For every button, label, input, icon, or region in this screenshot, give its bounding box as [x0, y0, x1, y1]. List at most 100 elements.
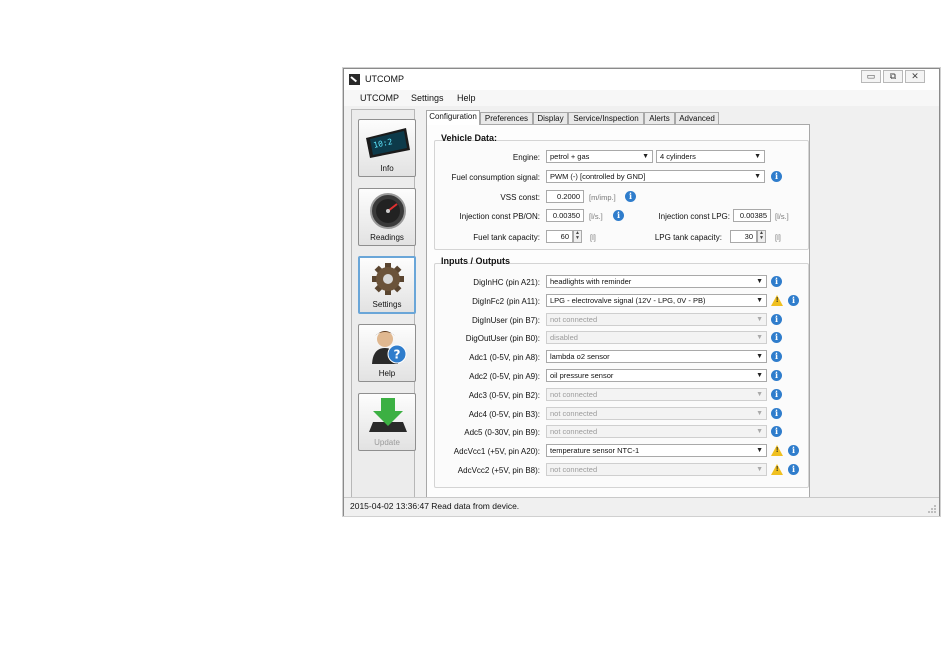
chevron-down-icon: ▼ — [756, 391, 763, 398]
vehicle-data-title: Vehicle Data: — [441, 133, 498, 143]
io-row-select[interactable]: LPG - electrovalve signal (12V - LPG, 0V… — [546, 294, 767, 307]
info-icon[interactable]: i — [771, 370, 782, 381]
menu-utcomp[interactable]: UTCOMP — [360, 93, 399, 103]
io-row-label: Adc1 (0-5V, pin A8): — [469, 353, 540, 362]
io-row-value: lambda o2 sensor — [550, 352, 610, 361]
chevron-down-icon: ▼ — [756, 410, 763, 417]
io-row-label: AdcVcc2 (+5V, pin B8): — [457, 466, 540, 475]
lpg-tank-label: LPG tank capacity: — [654, 233, 722, 242]
io-row-value: LPG - electrovalve signal (12V - LPG, 0V… — [550, 296, 706, 305]
cylinders-value: 4 cylinders — [660, 152, 696, 161]
io-row-label: AdcVcc1 (+5V, pin A20): — [453, 447, 540, 456]
tab-preferences[interactable]: Preferences — [480, 112, 533, 124]
io-row-select[interactable]: disabled ▼ — [546, 331, 767, 344]
io-row-label: DigInFc2 (pin A11): — [472, 297, 540, 306]
tab-display[interactable]: Display — [533, 112, 568, 124]
status-bar: 2015-04-02 13:36:47 Read data from devic… — [344, 497, 939, 516]
info-icon[interactable]: i — [771, 408, 782, 419]
io-row-select[interactable]: not connected ▼ — [546, 407, 767, 420]
engine-select[interactable]: petrol + gas ▼ — [546, 150, 653, 163]
sidebar-help-button[interactable]: ? Help — [358, 324, 416, 382]
io-row-select[interactable]: lambda o2 sensor ▼ — [546, 350, 767, 363]
fuel-signal-label: Fuel consumption signal: — [451, 173, 541, 182]
warning-icon — [771, 464, 783, 475]
fuel-tank-input[interactable]: 60 — [546, 230, 573, 243]
tab-alerts[interactable]: Alerts — [644, 112, 675, 124]
info-icon[interactable]: i — [771, 314, 782, 325]
sidebar-settings-label: Settings — [372, 300, 402, 309]
io-row-value: headlights with reminder — [550, 277, 632, 286]
chevron-down-icon: ▼ — [756, 334, 763, 341]
maximize-button[interactable]: ⧉ — [883, 70, 903, 83]
io-row-select[interactable]: temperature sensor NTC-1 ▼ — [546, 444, 767, 457]
io-row-value: temperature sensor NTC-1 — [550, 446, 640, 455]
info-icon[interactable]: i — [771, 332, 782, 343]
inj-pb-label: Injection const PB/ON: — [459, 212, 540, 221]
cylinders-select[interactable]: 4 cylinders ▼ — [656, 150, 765, 163]
info-icon[interactable]: i — [788, 464, 799, 475]
info-icon[interactable]: i — [771, 351, 782, 362]
io-row-label: Adc2 (0-5V, pin A9): — [469, 372, 540, 381]
warning-icon — [771, 445, 783, 456]
io-row-label: Adc3 (0-5V, pin B2): — [468, 391, 540, 400]
svg-text:?: ? — [394, 348, 401, 362]
display-icon: 10:2 — [366, 128, 410, 158]
title-bar[interactable]: UTCOMP ▭ ⧉ ✕ — [344, 69, 939, 90]
io-row-select[interactable]: headlights with reminder ▼ — [546, 275, 767, 288]
info-icon[interactable]: i — [771, 171, 782, 182]
io-row-label: Adc4 (0-5V, pin B3): — [468, 410, 540, 419]
io-row-select[interactable]: not connected ▼ — [546, 313, 767, 326]
info-icon[interactable]: i — [771, 426, 782, 437]
chevron-down-icon: ▼ — [756, 447, 763, 454]
resize-grip-icon[interactable] — [927, 504, 937, 514]
chevron-down-icon: ▼ — [756, 428, 763, 435]
io-row-value: oil pressure sensor — [550, 371, 614, 380]
lpg-tank-unit: [l] — [775, 233, 781, 242]
menu-settings[interactable]: Settings — [411, 93, 444, 103]
sidebar-update-button[interactable]: Update — [358, 393, 416, 451]
minimize-button[interactable]: ▭ — [861, 70, 881, 83]
inj-lpg-input[interactable]: 0.00385 — [733, 209, 771, 222]
sidebar-help-label: Help — [378, 369, 396, 378]
tab-advanced[interactable]: Advanced — [675, 112, 719, 124]
io-row-select[interactable]: not connected ▼ — [546, 388, 767, 401]
io-row-value: not connected — [550, 427, 598, 436]
inj-pb-input[interactable]: 0.00350 — [546, 209, 584, 222]
info-icon[interactable]: i — [788, 445, 799, 456]
vss-unit: [m/imp.] — [589, 193, 616, 202]
sidebar-settings-button[interactable]: Settings — [358, 256, 416, 314]
tab-service-inspection[interactable]: Service/Inspection — [568, 112, 644, 124]
fuel-tank-spinner[interactable]: ▲ ▼ — [573, 230, 582, 243]
lpg-tank-input[interactable]: 30 — [730, 230, 757, 243]
info-icon[interactable]: i — [788, 295, 799, 306]
fuel-signal-select[interactable]: PWM (-) [controlled by GND] ▼ — [546, 170, 765, 183]
chevron-down-icon: ▼ — [756, 372, 763, 379]
io-row-label: DigInHC (pin A21): — [473, 278, 540, 287]
engine-value: petrol + gas — [550, 152, 590, 161]
chevron-down-icon: ▼ — [756, 316, 763, 323]
lpg-tank-spinner[interactable]: ▲ ▼ — [757, 230, 766, 243]
io-row-select[interactable]: oil pressure sensor ▼ — [546, 369, 767, 382]
info-icon[interactable]: i — [771, 276, 782, 287]
sidebar-readings-label: Readings — [370, 233, 404, 242]
sidebar-readings-button[interactable]: Readings — [358, 188, 416, 246]
close-button[interactable]: ✕ — [905, 70, 925, 83]
chevron-down-icon: ▼ — [756, 353, 763, 360]
io-row-select[interactable]: not connected ▼ — [546, 425, 767, 438]
sidebar-info-button[interactable]: 10:2 Info — [358, 119, 416, 177]
chevron-down-icon: ▼ — [754, 173, 761, 180]
io-row-select[interactable]: not connected ▼ — [546, 463, 767, 476]
menu-help[interactable]: Help — [457, 93, 476, 103]
warning-icon — [771, 295, 783, 306]
tab-configuration[interactable]: Configuration — [426, 110, 480, 125]
io-row-label: Adc5 (0-30V, pin B9): — [464, 428, 540, 437]
info-icon[interactable]: i — [613, 210, 624, 221]
io-row-label: DigInUser (pin B7): — [471, 316, 540, 325]
vss-input[interactable]: 0.2000 — [546, 190, 584, 203]
info-icon[interactable]: i — [771, 389, 782, 400]
chevron-down-icon: ▼ — [642, 153, 649, 160]
info-icon[interactable]: i — [625, 191, 636, 202]
inj-pb-unit: [l/s.] — [589, 212, 603, 221]
chevron-down-icon: ▼ — [756, 278, 763, 285]
gauge-icon — [370, 193, 406, 229]
